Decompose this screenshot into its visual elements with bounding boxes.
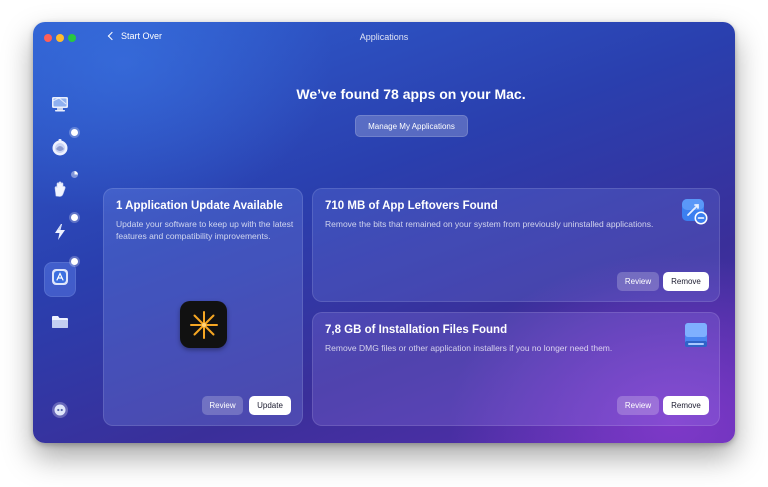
update-card-description: Update your software to keep up with the… bbox=[116, 219, 294, 241]
sidebar-item-applications[interactable] bbox=[44, 258, 78, 297]
review-installers-button[interactable]: Review bbox=[617, 396, 659, 415]
sidebar-item-protection[interactable] bbox=[44, 129, 78, 165]
uninstaller-icon bbox=[680, 197, 710, 232]
progress-pie-icon bbox=[71, 171, 78, 178]
sidebar bbox=[33, 22, 87, 443]
folder-icon bbox=[50, 313, 70, 336]
assistant-icon bbox=[50, 400, 70, 425]
update-card: 1 Application Update Available Update yo… bbox=[103, 188, 303, 426]
app-window: Start Over Applications We’ve found 78 a… bbox=[33, 22, 735, 443]
shield-icon bbox=[50, 137, 70, 162]
hand-icon bbox=[50, 179, 70, 204]
page-headline: We’ve found 78 apps on your Mac. bbox=[296, 86, 526, 102]
notification-dot bbox=[71, 258, 78, 265]
sparkle-app-icon bbox=[180, 301, 227, 348]
disk-image-icon bbox=[682, 321, 710, 356]
app-store-icon bbox=[51, 268, 69, 291]
window-title: Applications bbox=[359, 32, 409, 42]
leftovers-card: 710 MB of App Leftovers Found Remove the… bbox=[312, 188, 720, 302]
manage-applications-button[interactable]: Manage My Applications bbox=[355, 115, 468, 137]
sidebar-assistant[interactable] bbox=[44, 396, 76, 428]
review-leftovers-button[interactable]: Review bbox=[617, 272, 659, 291]
update-card-title: 1 Application Update Available bbox=[116, 200, 283, 212]
notification-dot bbox=[71, 214, 78, 221]
sidebar-item-performance[interactable] bbox=[44, 214, 78, 250]
leftovers-card-description: Remove the bits that remained on your sy… bbox=[325, 219, 654, 229]
sidebar-item-privacy[interactable] bbox=[44, 171, 78, 207]
installers-card: 7,8 GB of Installation Files Found Remov… bbox=[312, 312, 720, 426]
monitor-icon bbox=[50, 95, 70, 118]
sidebar-item-smart-care[interactable] bbox=[44, 90, 76, 122]
remove-leftovers-button[interactable]: Remove bbox=[663, 272, 709, 291]
update-button[interactable]: Update bbox=[249, 396, 291, 415]
sidebar-item-files[interactable] bbox=[44, 308, 76, 340]
lightning-icon bbox=[50, 222, 70, 247]
notification-dot bbox=[71, 129, 78, 136]
installers-card-description: Remove DMG files or other application in… bbox=[325, 343, 613, 353]
leftovers-card-title: 710 MB of App Leftovers Found bbox=[325, 200, 498, 212]
installers-card-title: 7,8 GB of Installation Files Found bbox=[325, 324, 508, 336]
review-updates-button[interactable]: Review bbox=[202, 396, 243, 415]
remove-installers-button[interactable]: Remove bbox=[663, 396, 709, 415]
